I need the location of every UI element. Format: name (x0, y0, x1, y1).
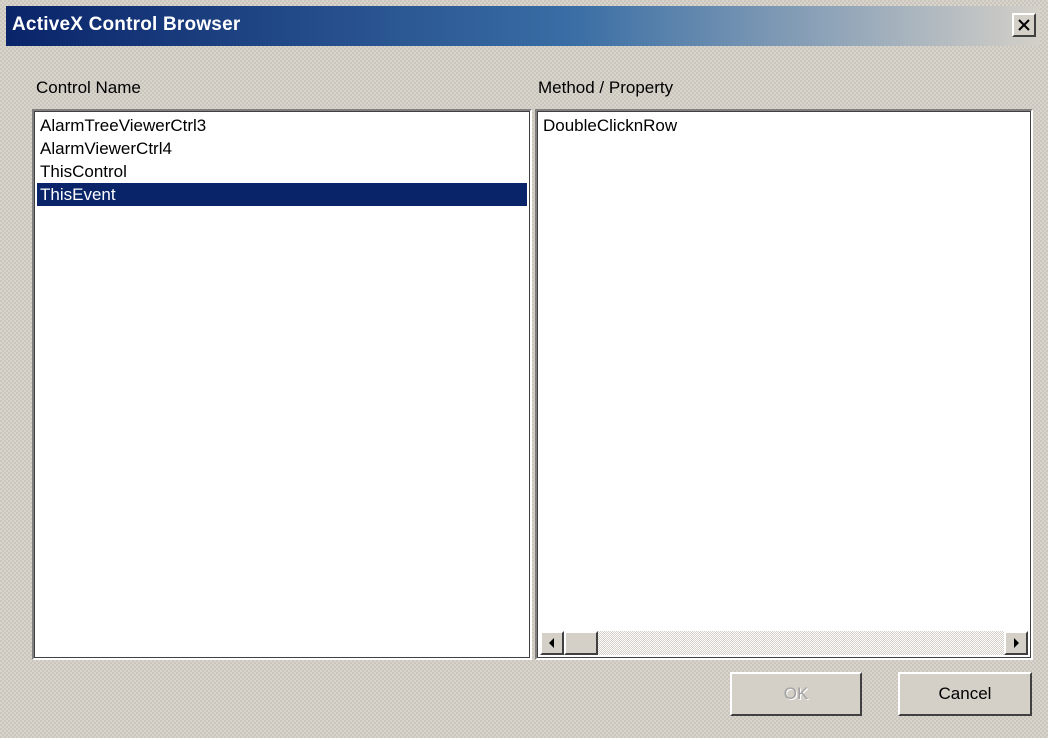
scroll-left-button[interactable] (540, 631, 564, 655)
scroll-right-button[interactable] (1004, 631, 1028, 655)
activex-control-browser-dialog: ActiveX Control Browser Control Name Met… (0, 0, 1048, 738)
close-button[interactable] (1012, 13, 1036, 37)
horizontal-scrollbar[interactable] (540, 631, 1028, 655)
cancel-button[interactable]: Cancel (898, 672, 1032, 716)
window-title: ActiveX Control Browser (12, 14, 241, 35)
control-list-item[interactable]: ThisControl (37, 160, 527, 183)
method-list-item[interactable]: DoubleClicknRow (540, 114, 1028, 137)
control-name-label: Control Name (36, 78, 141, 97)
control-name-listbox[interactable]: AlarmTreeViewerCtrl3 AlarmViewerCtrl4 This… (32, 109, 532, 660)
control-list-item[interactable]: AlarmTreeViewerCtrl3 (37, 114, 527, 137)
scrollbar-thumb[interactable] (564, 631, 598, 655)
arrow-right-icon (1014, 638, 1019, 648)
title-bar: ActiveX Control Browser (6, 6, 1040, 46)
ok-button[interactable]: OK (730, 672, 862, 716)
close-icon (1018, 19, 1030, 31)
method-property-label: Method / Property (538, 78, 674, 97)
control-list-item[interactable]: AlarmViewerCtrl4 (37, 137, 527, 160)
control-list-item[interactable]: ThisEvent (37, 183, 527, 206)
method-property-list: DoubleClicknRow (540, 114, 1028, 137)
control-name-list: AlarmTreeViewerCtrl3 AlarmViewerCtrl4 This… (37, 114, 527, 206)
arrow-left-icon (549, 638, 554, 648)
method-property-listbox[interactable]: DoubleClicknRow (535, 109, 1033, 660)
